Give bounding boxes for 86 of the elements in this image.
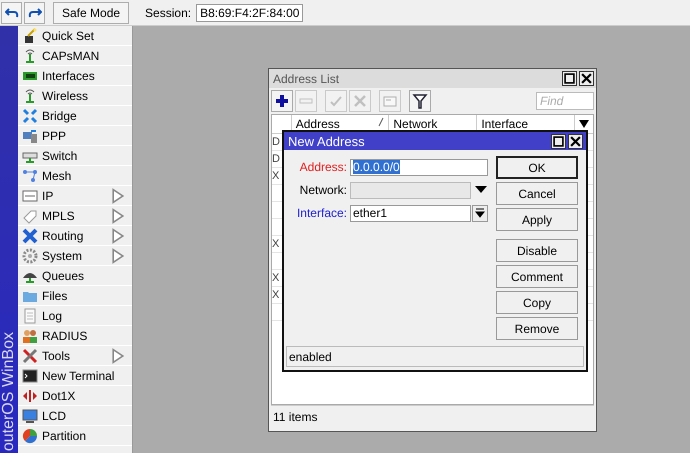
flag-text: D bbox=[272, 153, 280, 165]
dialog-button[interactable]: Comment bbox=[496, 265, 578, 288]
maximize-button[interactable] bbox=[562, 71, 577, 86]
input-field[interactable]: ether1 bbox=[350, 204, 471, 222]
menu-item[interactable]: MPLS bbox=[18, 206, 132, 226]
column-header[interactable]: Network bbox=[393, 117, 438, 131]
undo-button[interactable] bbox=[1, 2, 22, 24]
computers-icon bbox=[22, 128, 38, 144]
flag-text: X bbox=[272, 272, 280, 284]
plus-icon bbox=[274, 93, 290, 109]
tools-icon bbox=[22, 348, 38, 364]
dialog-title: New Address bbox=[288, 134, 366, 149]
document-icon bbox=[22, 308, 38, 324]
dialog-button[interactable]: Remove bbox=[496, 317, 578, 340]
session-label: Session: bbox=[145, 6, 192, 20]
menu-item[interactable]: Wireless bbox=[18, 86, 132, 106]
menu-item[interactable]: PPP bbox=[18, 126, 132, 146]
menu-item[interactable]: Queues bbox=[18, 266, 132, 286]
flag-text: X bbox=[272, 170, 280, 182]
filter-icon bbox=[412, 93, 428, 109]
dialog-button[interactable]: OK bbox=[496, 156, 578, 180]
arrows-icon bbox=[22, 388, 38, 404]
menu-item[interactable]: New Terminal bbox=[18, 366, 132, 386]
field-label: Interface: bbox=[296, 206, 348, 220]
menu-item[interactable]: Mesh bbox=[18, 166, 132, 186]
menu-item[interactable]: Files bbox=[18, 286, 132, 306]
menu-item[interactable]: Dot1X bbox=[18, 386, 132, 406]
column-header[interactable]: Address bbox=[296, 117, 340, 131]
dialog-button[interactable]: Copy bbox=[496, 291, 578, 314]
close-button[interactable] bbox=[568, 134, 583, 149]
undo-icon bbox=[4, 6, 18, 18]
status-text: 11 items bbox=[273, 410, 318, 424]
submenu-arrow-icon bbox=[110, 228, 126, 244]
field-label: Network: bbox=[298, 183, 348, 198]
submenu-arrow-icon bbox=[110, 248, 126, 264]
dialog-button[interactable]: Apply bbox=[496, 208, 578, 232]
menu-item[interactable]: Routing bbox=[18, 226, 132, 246]
status-text: enabled bbox=[289, 350, 332, 364]
gear-icon bbox=[22, 248, 38, 264]
flag-text: D bbox=[272, 136, 280, 148]
session-field[interactable]: B8:69:F4:2F:84:00 bbox=[196, 4, 304, 22]
column-header[interactable]: Interface bbox=[481, 117, 528, 131]
window-title: Address List bbox=[272, 72, 340, 86]
terminal-icon bbox=[22, 368, 38, 384]
menu-item[interactable]: LCD bbox=[18, 406, 132, 426]
monitor-icon bbox=[22, 408, 38, 424]
cross-icon bbox=[352, 93, 368, 109]
menu-item[interactable]: Switch bbox=[18, 146, 132, 166]
redo-icon bbox=[28, 6, 42, 18]
brand-label: outerOS WinBox bbox=[0, 332, 18, 451]
menu-item[interactable]: CAPsMAN bbox=[18, 46, 132, 66]
dialog-button[interactable]: Disable bbox=[496, 239, 578, 262]
column-menu-icon[interactable] bbox=[579, 120, 589, 128]
arrows-icon bbox=[22, 108, 38, 124]
input-field[interactable]: 0.0.0.0/0 bbox=[350, 158, 488, 176]
menu-item[interactable]: Tools bbox=[18, 346, 132, 366]
tag-icon bbox=[22, 208, 38, 224]
flag-text: X bbox=[272, 289, 280, 301]
maximize-button[interactable] bbox=[551, 134, 566, 149]
close-button[interactable] bbox=[579, 71, 594, 86]
redo-button[interactable] bbox=[24, 2, 45, 24]
people-icon bbox=[22, 328, 38, 344]
wand-icon bbox=[22, 28, 38, 44]
field-label: Address: bbox=[298, 160, 348, 174]
menu-item[interactable]: System bbox=[18, 246, 132, 266]
menu-item[interactable]: Interfaces bbox=[18, 66, 132, 86]
menu-item[interactable]: Partition bbox=[18, 426, 132, 446]
menu-item[interactable]: RADIUS bbox=[18, 326, 132, 346]
sort-icon bbox=[378, 117, 384, 127]
menu-item[interactable]: Bridge bbox=[18, 106, 132, 126]
menu-item[interactable]: Quick Set bbox=[18, 26, 132, 46]
dropdown-button[interactable] bbox=[472, 204, 488, 222]
nodes-icon bbox=[22, 168, 38, 184]
submenu-arrow-icon bbox=[110, 188, 126, 204]
submenu-arrow-icon bbox=[110, 208, 126, 224]
safe-mode-button[interactable]: Safe Mode bbox=[53, 2, 130, 24]
find-field[interactable]: Find bbox=[536, 92, 594, 110]
filter-button[interactable] bbox=[409, 90, 431, 112]
flag-text: X bbox=[272, 238, 280, 250]
pie-chart-icon bbox=[22, 428, 38, 444]
dialog-button[interactable]: Cancel bbox=[496, 182, 578, 206]
ip-box-icon bbox=[22, 188, 38, 204]
menu-item[interactable]: IP bbox=[18, 186, 132, 206]
submenu-arrow-icon bbox=[110, 348, 126, 364]
menu-item[interactable]: Log bbox=[18, 306, 132, 326]
plus-button[interactable] bbox=[271, 90, 293, 112]
